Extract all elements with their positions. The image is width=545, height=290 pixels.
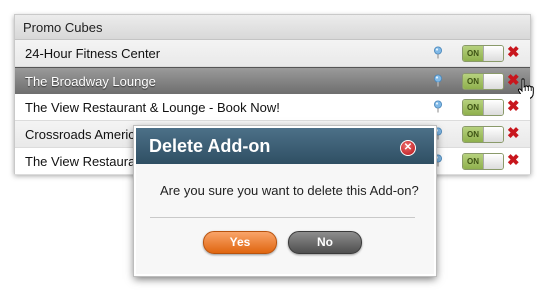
dialog-header: Delete Add-on ✕ bbox=[136, 128, 434, 164]
no-button[interactable]: No bbox=[288, 231, 362, 254]
delete-x-icon[interactable]: ✖ bbox=[507, 153, 520, 168]
yes-button[interactable]: Yes bbox=[203, 231, 277, 254]
delete-x-icon[interactable]: ✖ bbox=[507, 99, 520, 114]
panel-title: Promo Cubes bbox=[23, 20, 103, 35]
list-item-label: The View Restauran bbox=[25, 154, 143, 169]
list-item-label: Crossroads America bbox=[25, 127, 143, 142]
dialog-message: Are you sure you want to delete this Add… bbox=[160, 183, 419, 198]
status-toggle[interactable]: ON bbox=[462, 99, 504, 116]
status-toggle[interactable]: ON bbox=[462, 153, 504, 170]
toggle-on-label: ON bbox=[463, 100, 483, 115]
list-item[interactable]: The Broadway Lounge ON ✖ bbox=[15, 67, 534, 99]
status-toggle[interactable]: ON bbox=[462, 45, 504, 62]
delete-addon-dialog: Delete Add-on ✕ Are you sure you want to… bbox=[134, 126, 436, 276]
map-pin-icon[interactable] bbox=[433, 46, 443, 59]
close-icon[interactable]: ✕ bbox=[400, 140, 416, 156]
divider bbox=[150, 217, 415, 218]
delete-x-icon[interactable]: ✖ bbox=[507, 126, 520, 141]
toggle-on-label: ON bbox=[463, 154, 483, 169]
toggle-knob bbox=[483, 74, 503, 89]
toggle-on-label: ON bbox=[463, 127, 483, 142]
dialog-title: Delete Add-on bbox=[149, 136, 271, 156]
status-toggle[interactable]: ON bbox=[462, 73, 504, 90]
toggle-knob bbox=[483, 154, 503, 169]
list-item-label: 24-Hour Fitness Center bbox=[25, 46, 161, 61]
toggle-knob bbox=[483, 46, 503, 61]
list-item-label: The Broadway Lounge bbox=[25, 74, 156, 89]
status-toggle[interactable]: ON bbox=[462, 126, 504, 143]
toggle-knob bbox=[483, 100, 503, 115]
toggle-on-label: ON bbox=[463, 46, 483, 61]
list-item-label: The View Restaurant & Lounge - Book Now! bbox=[25, 100, 280, 115]
map-pin-icon[interactable] bbox=[433, 74, 443, 87]
list-item[interactable]: 24-Hour Fitness Center ON ✖ bbox=[15, 40, 530, 67]
list-item[interactable]: The View Restaurant & Lounge - Book Now!… bbox=[15, 94, 530, 121]
panel-header: Promo Cubes bbox=[15, 15, 530, 40]
toggle-knob bbox=[483, 127, 503, 142]
toggle-on-label: ON bbox=[463, 74, 483, 89]
map-pin-icon[interactable] bbox=[433, 100, 443, 113]
delete-x-icon[interactable]: ✖ bbox=[507, 45, 520, 60]
